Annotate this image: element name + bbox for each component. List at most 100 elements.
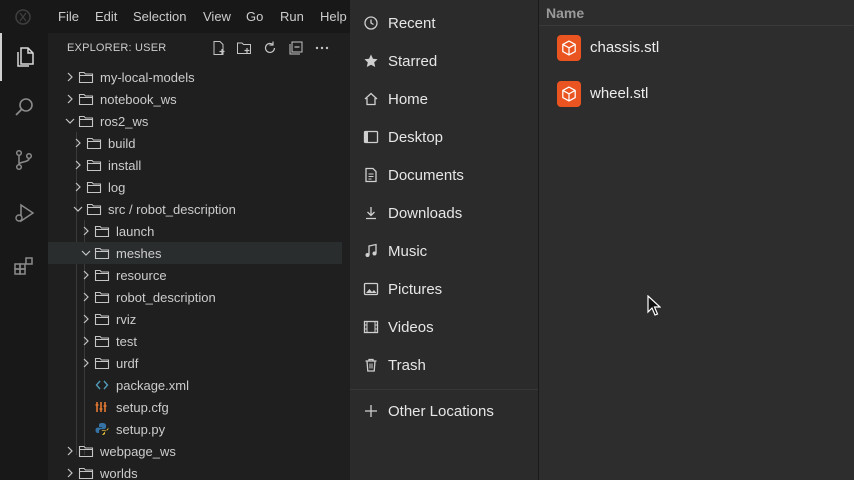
- file-list-view: Name chassis.stl wheel.stl: [539, 0, 854, 480]
- music-icon: [365, 243, 377, 257]
- videos-icon: [363, 320, 379, 334]
- files-icon: [17, 47, 34, 67]
- tree-item-label: resource: [116, 268, 167, 283]
- tree-folder[interactable]: launch: [48, 220, 342, 242]
- tree-item-label: robot_description: [116, 290, 216, 305]
- folder-icon: [94, 313, 110, 326]
- place-pictures[interactable]: Pictures: [350, 272, 538, 306]
- tree-file[interactable]: package.xml: [48, 374, 342, 396]
- tree-folder[interactable]: rviz: [48, 308, 342, 330]
- menu-bar: File Edit Selection View Go Run Help: [0, 0, 350, 33]
- chevron-down-icon: [81, 250, 91, 256]
- tree-item-label: src / robot_description: [108, 202, 236, 217]
- new-file-button[interactable]: [211, 40, 227, 56]
- tree-folder[interactable]: meshes: [48, 242, 342, 264]
- place-videos[interactable]: Videos: [350, 310, 538, 344]
- file-name: wheel.stl: [590, 85, 649, 102]
- tree-folder[interactable]: webpage_ws: [48, 440, 342, 462]
- folder-icon: [78, 71, 94, 84]
- new-file-icon: [213, 41, 225, 55]
- tree-folder[interactable]: build: [48, 132, 342, 154]
- place-downloads[interactable]: Downloads: [350, 196, 538, 230]
- tree-file[interactable]: setup.py: [48, 418, 342, 440]
- tree-folder[interactable]: ros2_ws: [48, 110, 342, 132]
- place-label: Pictures: [388, 281, 443, 298]
- activity-extensions[interactable]: [0, 242, 48, 290]
- chevron-right-icon: [83, 336, 89, 346]
- chevron-down-icon: [73, 206, 83, 212]
- places-sidebar: Recent Starred Home Desktop Documents Downloa…: [350, 0, 538, 480]
- folder-icon: [94, 269, 110, 282]
- activity-run-debug[interactable]: [0, 189, 48, 237]
- cube-icon: [562, 40, 576, 56]
- tree-folder[interactable]: worlds: [48, 462, 342, 480]
- chevron-right-icon: [67, 72, 73, 82]
- tree-folder[interactable]: log: [48, 176, 342, 198]
- place-documents[interactable]: Documents: [350, 158, 538, 192]
- pictures-icon: [363, 282, 379, 296]
- folder-icon: [94, 225, 110, 238]
- menu-go[interactable]: Go: [246, 9, 263, 24]
- menu-selection[interactable]: Selection: [133, 9, 186, 24]
- tree-folder[interactable]: install: [48, 154, 342, 176]
- new-folder-icon: [237, 42, 251, 54]
- chevron-right-icon: [75, 138, 81, 148]
- more-actions-button[interactable]: [314, 40, 330, 56]
- column-header-name[interactable]: Name: [539, 0, 854, 26]
- menu-run[interactable]: Run: [280, 9, 304, 24]
- place-music[interactable]: Music: [350, 234, 538, 268]
- menu-view[interactable]: View: [203, 9, 231, 24]
- place-desktop[interactable]: Desktop: [350, 120, 538, 154]
- menu-edit[interactable]: Edit: [95, 9, 117, 24]
- trash-icon: [365, 358, 377, 372]
- place-recent[interactable]: Recent: [350, 6, 538, 40]
- activity-explorer[interactable]: [0, 33, 48, 81]
- download-icon: [366, 207, 376, 220]
- collapse-all-button[interactable]: [288, 40, 304, 56]
- place-label: Starred: [388, 53, 438, 70]
- tree-folder[interactable]: urdf: [48, 352, 342, 374]
- tree-item-label: log: [108, 180, 126, 195]
- run-debug-icon: [15, 203, 35, 223]
- place-starred[interactable]: Starred: [350, 44, 538, 78]
- file-item[interactable]: chassis.stl: [539, 27, 854, 69]
- cube-icon: [562, 86, 576, 102]
- home-icon: [364, 92, 378, 106]
- explorer-header: EXPLORER: USER: [48, 33, 350, 63]
- refresh-button[interactable]: [262, 40, 278, 56]
- tree-item-label: worlds: [100, 466, 138, 480]
- file-item[interactable]: wheel.stl: [539, 73, 854, 115]
- 3d-model-file-icon: [557, 35, 581, 61]
- menu-help[interactable]: Help: [320, 9, 347, 24]
- activity-bar: [0, 33, 48, 480]
- chevron-right-icon: [75, 160, 81, 170]
- place-home[interactable]: Home: [350, 82, 538, 116]
- menu-file[interactable]: File: [58, 9, 79, 24]
- tree-folder[interactable]: resource: [48, 264, 342, 286]
- chevron-right-icon: [83, 292, 89, 302]
- tree-item-label: urdf: [116, 356, 139, 371]
- tree-item-label: package.xml: [116, 378, 189, 393]
- tree-item-label: setup.py: [116, 422, 166, 437]
- place-label: Desktop: [388, 129, 444, 146]
- place-other-locations[interactable]: Other Locations: [350, 394, 538, 428]
- tree-folder[interactable]: notebook_ws: [48, 88, 342, 110]
- activity-search[interactable]: [0, 83, 48, 131]
- tree-item-label: install: [108, 158, 142, 173]
- tree-item-label: rviz: [116, 312, 137, 327]
- tree-folder[interactable]: robot_description: [48, 286, 342, 308]
- activity-source-control[interactable]: [0, 136, 48, 184]
- more-icon: [315, 46, 329, 50]
- tree-folder[interactable]: my-local-models: [48, 66, 342, 88]
- python-file-icon: [95, 423, 109, 435]
- chevron-right-icon: [67, 446, 73, 456]
- tree-folder[interactable]: test: [48, 330, 342, 352]
- new-folder-button[interactable]: [236, 40, 252, 56]
- place-trash[interactable]: Trash: [350, 348, 538, 382]
- folder-icon: [78, 445, 94, 458]
- tree-folder[interactable]: src / robot_description: [48, 198, 342, 220]
- chevron-right-icon: [83, 358, 89, 368]
- tree-file[interactable]: setup.cfg: [48, 396, 342, 418]
- folder-icon: [86, 181, 102, 194]
- folder-icon: [86, 137, 102, 150]
